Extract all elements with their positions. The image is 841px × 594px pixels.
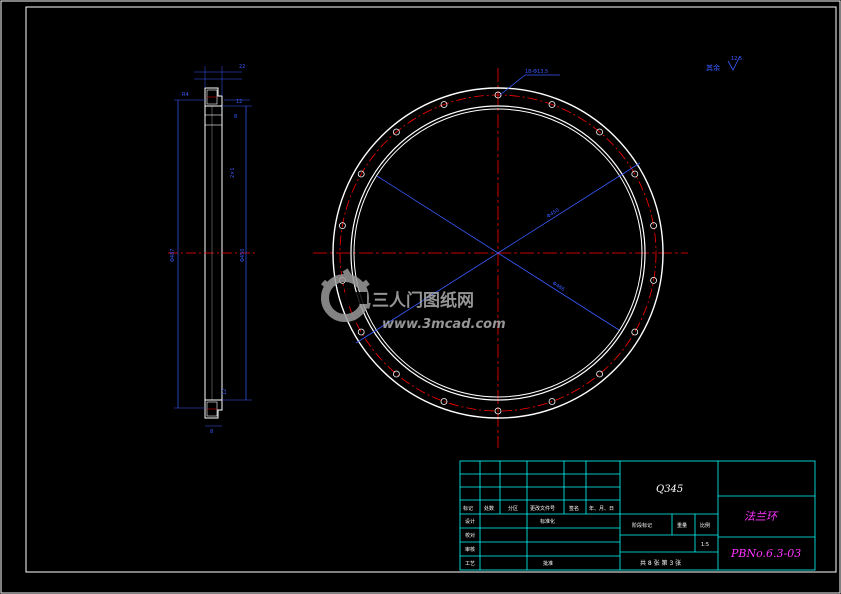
bore-dim: Φ487 — [170, 249, 176, 262]
scale-value: 1:5 — [701, 542, 709, 548]
stage-label: 阶段标记 — [632, 522, 652, 529]
row-label-2: 分区 — [508, 505, 518, 512]
bolt-hole — [548, 398, 556, 405]
row-label-0: 标记 — [463, 505, 473, 512]
approve-label: 批准 — [543, 560, 553, 567]
roughness-value: 12.5 — [731, 56, 742, 62]
top-width-dim: 22 — [239, 64, 245, 70]
bolt-hole — [631, 328, 639, 336]
roughness-note: 其余 12.5 — [706, 55, 742, 72]
bolt-hole — [357, 328, 365, 336]
bottom-small-dim: 8 — [210, 429, 213, 435]
front-view: Φ450 Φ486 18-Φ13.5 — [313, 68, 688, 448]
gear-logo-icon — [321, 268, 371, 322]
row-label-5: 年、月、日 — [589, 505, 614, 512]
top-notch — [204, 114, 223, 126]
hole-note: 18-Φ13.5 — [525, 69, 548, 75]
part-name: 法兰环 — [744, 510, 779, 523]
row-label-3: 更改文件号 — [530, 505, 555, 512]
watermark-url: www.3mcad.com — [382, 317, 506, 332]
weight-label: 重量 — [677, 522, 687, 529]
drawing-no: PBNo.6.3-03 — [730, 547, 801, 560]
side-label-check: 校对 — [465, 532, 475, 539]
shaft-dim: Φ450 — [240, 249, 246, 262]
watermark: 三人门图纸网 www.3mcad.com — [321, 268, 506, 332]
hole-leader — [499, 74, 526, 96]
flange-radius-dim: R4 — [182, 92, 189, 98]
side-label-process: 工艺 — [465, 561, 475, 567]
mid-dim: 2×1 — [230, 167, 236, 178]
inner-frame — [25, 6, 837, 573]
bolt-hole — [392, 370, 400, 378]
side-label-design: 设计 — [465, 518, 475, 525]
title-block-text: Q345 法兰环 PBNo.6.3-03 共 8 张 第 3 张 标记 处数 分… — [463, 484, 801, 567]
scale-label: 比例 — [700, 522, 710, 529]
side-label-review: 审核 — [465, 546, 475, 553]
material: Q345 — [656, 484, 683, 495]
small-dim: 8 — [234, 114, 237, 120]
watermark-name: 三人门图纸网 — [372, 290, 474, 311]
roughness-label: 其余 — [706, 63, 720, 72]
std-label: 标准化 — [540, 518, 555, 525]
sheet-info: 共 8 张 第 3 张 — [640, 559, 681, 567]
side-view: Φ487 Φ450 2×1 22 R4 12 8 12 8 — [168, 64, 255, 435]
row-label-1: 处数 — [484, 505, 494, 512]
bottom-step-dim: 12 — [222, 389, 228, 395]
row-label-4: 签名 — [569, 505, 579, 512]
cad-drawing: Φ450 Φ486 18-Φ13.5 其余 12.5 Φ487 Φ450 2×1… — [0, 0, 841, 594]
bolt-hole — [596, 370, 603, 378]
bolt-hole — [440, 398, 448, 405]
